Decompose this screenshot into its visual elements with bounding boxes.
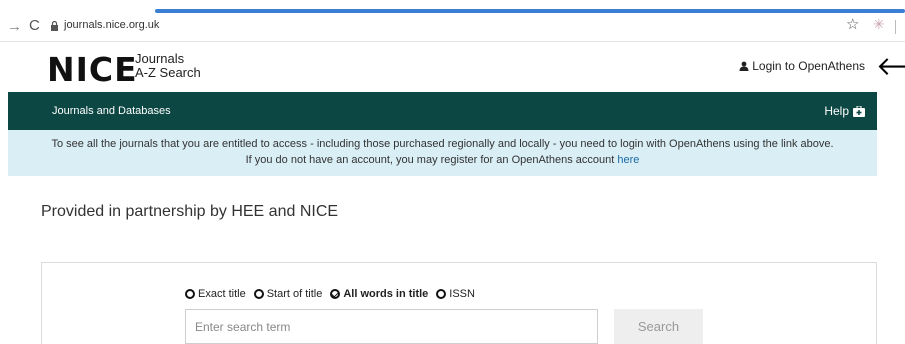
star-icon[interactable]: ☆ <box>846 15 859 33</box>
nav-journals-databases[interactable]: Journals and Databases <box>52 105 171 117</box>
radio-checked-icon[interactable] <box>330 289 341 299</box>
reload-icon[interactable]: C <box>29 17 40 34</box>
radio-icon[interactable] <box>253 289 264 299</box>
option-label: Exact title <box>198 288 246 300</box>
register-link[interactable]: here <box>617 154 639 166</box>
medkit-icon <box>853 105 865 117</box>
option-label: Start of title <box>266 288 323 300</box>
login-label: Login to OpenAthens <box>752 59 865 73</box>
search-input[interactable] <box>185 309 598 344</box>
info-banner: To see all the journals that you are ent… <box>8 130 877 176</box>
annotation-arrow-icon: 🡐 <box>876 53 905 79</box>
nice-logo[interactable]: NICE <box>47 50 138 89</box>
user-icon <box>739 61 749 71</box>
lock-icon <box>51 21 58 31</box>
login-link[interactable]: Login to OpenAthens <box>739 59 865 73</box>
help-link[interactable]: Help <box>824 104 865 118</box>
help-label: Help <box>824 104 849 118</box>
partnership-heading: Provided in partnership by HEE and NICE <box>41 203 339 220</box>
site-title-line2: A-Z Search <box>135 65 201 80</box>
extension-icon[interactable]: ✳ <box>873 16 885 33</box>
banner-line1: To see all the journals that you are ent… <box>51 138 834 150</box>
search-mode-options: Exact title Start of title All words in … <box>185 288 475 300</box>
toolbar-divider <box>895 20 896 34</box>
option-label: ISSN <box>449 288 475 300</box>
main-navbar: Journals and Databases Help <box>8 92 877 130</box>
chrome-divider <box>0 41 905 42</box>
forward-icon[interactable]: → <box>7 18 22 35</box>
option-start-of-title[interactable]: Start of title <box>253 288 323 300</box>
radio-icon[interactable] <box>436 289 447 299</box>
address-bar[interactable]: journals.nice.org.uk <box>64 19 159 31</box>
search-button[interactable]: Search <box>614 309 703 344</box>
banner-line2-text: If you do not have an account, you may r… <box>245 154 615 166</box>
option-label: All words in title <box>343 288 429 300</box>
page-load-progress <box>155 9 905 13</box>
site-title: Journals A-Z Search <box>135 52 201 80</box>
option-exact-title[interactable]: Exact title <box>185 288 246 300</box>
radio-icon[interactable] <box>185 289 195 299</box>
site-title-line1: Journals <box>135 51 185 66</box>
option-issn[interactable]: ISSN <box>436 288 475 300</box>
option-all-words-in-title[interactable]: All words in title <box>330 288 428 300</box>
banner-line2: If you do not have an account, you may r… <box>8 152 877 168</box>
